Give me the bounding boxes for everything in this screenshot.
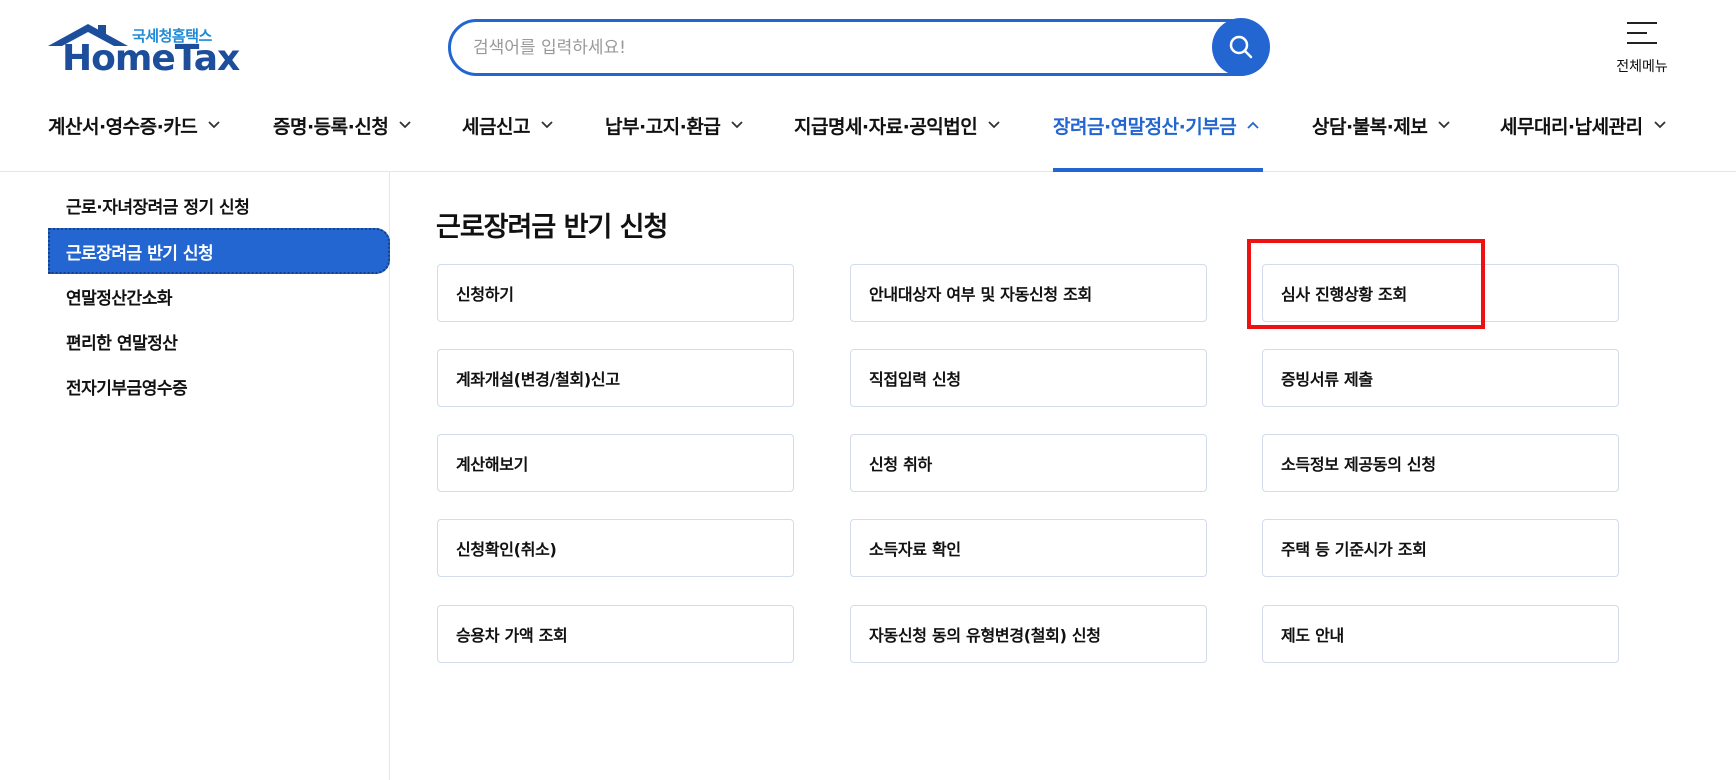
card-eligibility-check[interactable]: 안내대상자 여부 및 자동신청 조회 bbox=[850, 264, 1207, 322]
gnb-item-incentives[interactable]: 장려금·연말정산·기부금 bbox=[1053, 110, 1260, 140]
chevron-down-icon bbox=[1438, 121, 1450, 129]
search-button[interactable] bbox=[1212, 18, 1270, 76]
gnb-label: 계산서·영수증·카드 bbox=[48, 115, 198, 138]
gnb-label: 증명·등록·신청 bbox=[273, 115, 389, 138]
sidebar-item-donation-receipt[interactable]: 전자기부금영수증 bbox=[48, 363, 390, 409]
card-confirm-cancel[interactable]: 신청확인(취소) bbox=[437, 519, 794, 577]
gnb-label: 세금신고 bbox=[462, 115, 530, 138]
search-icon bbox=[1229, 35, 1253, 59]
all-menu-label: 전체메뉴 bbox=[1616, 59, 1668, 75]
card-account-report[interactable]: 계좌개설(변경/철회)신고 bbox=[437, 349, 794, 407]
gnb-item-tax-filing[interactable]: 세금신고 bbox=[462, 110, 554, 140]
search-input[interactable] bbox=[473, 34, 1193, 62]
gnb-label: 지급명세·자료·공익법인 bbox=[794, 115, 978, 138]
hamburger-icon bbox=[1627, 20, 1657, 46]
all-menu-button[interactable]: 전체메뉴 bbox=[1600, 18, 1684, 78]
gnb-item-payment[interactable]: 납부·고지·환급 bbox=[605, 110, 744, 140]
card-review-status[interactable]: 심사 진행상황 조회 bbox=[1262, 264, 1619, 322]
sidebar-item-convenient-year-end[interactable]: 편리한 연말정산 bbox=[48, 318, 390, 364]
gnb-item-receipts[interactable]: 계산서·영수증·카드 bbox=[48, 110, 221, 140]
gnb-label: 납부·고지·환급 bbox=[605, 115, 721, 138]
sidebar-item-semiannual-application[interactable]: 근로장려금 반기 신청 bbox=[48, 228, 390, 274]
card-income-consent[interactable]: 소득정보 제공동의 신청 bbox=[1262, 434, 1619, 492]
chevron-down-icon bbox=[399, 121, 411, 129]
chevron-down-icon bbox=[1653, 121, 1666, 129]
card-calculate[interactable]: 계산해보기 bbox=[437, 434, 794, 492]
chevron-down-icon bbox=[541, 121, 553, 129]
logo-title: HomeTax bbox=[62, 38, 240, 79]
gnb-label: 장려금·연말정산·기부금 bbox=[1053, 115, 1237, 138]
gnb-label: 상담·불복·제보 bbox=[1312, 115, 1428, 138]
sidebar: 근로·자녀장려금 정기 신청 근로장려금 반기 신청 연말정산간소화 편리한 연… bbox=[0, 172, 390, 780]
chevron-down-icon bbox=[731, 121, 743, 129]
gnb-item-consulting[interactable]: 상담·불복·제보 bbox=[1312, 110, 1451, 140]
card-system-guide[interactable]: 제도 안내 bbox=[1262, 605, 1619, 663]
card-direct-input[interactable]: 직접입력 신청 bbox=[850, 349, 1207, 407]
chevron-down-icon bbox=[988, 121, 1000, 129]
gnb-item-tax-agent[interactable]: 세무대리·납세관리 bbox=[1500, 110, 1667, 140]
chevron-down-icon bbox=[208, 121, 220, 129]
global-nav: 계산서·영수증·카드 증명·등록·신청 세금신고 납부·고지·환급 지급명세·자… bbox=[0, 100, 1736, 172]
gnb-item-statements[interactable]: 지급명세·자료·공익법인 bbox=[794, 110, 1001, 140]
chevron-up-icon bbox=[1247, 121, 1259, 129]
page-title: 근로장려금 반기 신청 bbox=[436, 212, 668, 243]
card-apply[interactable]: 신청하기 bbox=[437, 264, 794, 322]
card-submit-documents[interactable]: 증빙서류 제출 bbox=[1262, 349, 1619, 407]
gnb-item-certificates[interactable]: 증명·등록·신청 bbox=[273, 110, 412, 140]
header: 국세청홈택스 HomeTax 전체메뉴 계산서·영수증·카드 증명·등록·신청 … bbox=[0, 0, 1736, 172]
card-housing-price[interactable]: 주택 등 기준시가 조회 bbox=[1262, 519, 1619, 577]
card-auto-consent-change[interactable]: 자동신청 동의 유형변경(철회) 신청 bbox=[850, 605, 1207, 663]
gnb-label: 세무대리·납세관리 bbox=[1500, 115, 1643, 138]
sidebar-item-year-end-simplified[interactable]: 연말정산간소화 bbox=[48, 273, 390, 319]
hometax-logo[interactable]: 국세청홈택스 HomeTax bbox=[48, 20, 240, 79]
card-income-data[interactable]: 소득자료 확인 bbox=[850, 519, 1207, 577]
sidebar-item-regular-application[interactable]: 근로·자녀장려금 정기 신청 bbox=[48, 182, 390, 228]
active-tab-underline bbox=[1053, 168, 1263, 172]
card-car-value[interactable]: 승용차 가액 조회 bbox=[437, 605, 794, 663]
card-withdraw[interactable]: 신청 취하 bbox=[850, 434, 1207, 492]
search-box bbox=[448, 19, 1268, 76]
